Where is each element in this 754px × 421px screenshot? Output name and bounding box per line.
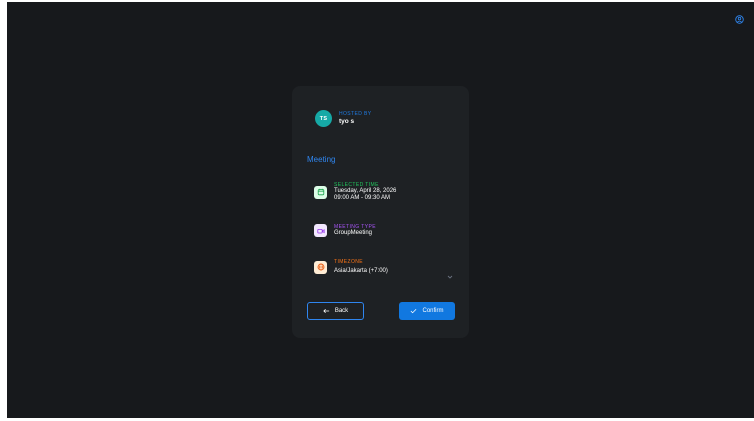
app-viewport: TS HOSTED BY tyo s Meeting SELECTED TIME… [7, 2, 754, 418]
avatar: TS [315, 110, 332, 127]
host-info: TS HOSTED BY tyo s [315, 110, 372, 127]
arrow-left-icon [323, 308, 329, 314]
timezone-row[interactable]: TIMEZONE Asia/Jakarta (+7:00) [314, 259, 454, 279]
booking-confirmation-card: TS HOSTED BY tyo s Meeting SELECTED TIME… [292, 86, 469, 338]
back-button[interactable]: Back [307, 302, 364, 320]
timezone-label: TIMEZONE [334, 259, 364, 265]
selected-time-range: 09:00 AM - 09:30 AM [334, 195, 391, 202]
timezone-value: Asia/Jakarta (+7:00) [334, 268, 388, 274]
selected-time-row: SELECTED TIME Tuesday, April 28, 2026 09… [314, 182, 396, 202]
chevron-down-icon[interactable] [446, 274, 454, 280]
account-icon[interactable] [734, 14, 744, 24]
meeting-type-value: GroupMeeting [334, 230, 373, 236]
confirm-button-label: Confirm [422, 308, 444, 314]
calendar-icon [314, 185, 327, 199]
selected-date: Tuesday, April 28, 2026 [334, 188, 397, 194]
meeting-type-row: MEETING TYPE GroupMeeting [314, 224, 376, 238]
back-button-label: Back [334, 308, 349, 314]
check-icon [411, 308, 417, 314]
host-name: tyo s [339, 117, 355, 125]
globe-icon [314, 260, 327, 274]
section-title: Meeting [307, 155, 336, 164]
confirm-button[interactable]: Confirm [399, 302, 455, 320]
video-icon [314, 224, 327, 238]
